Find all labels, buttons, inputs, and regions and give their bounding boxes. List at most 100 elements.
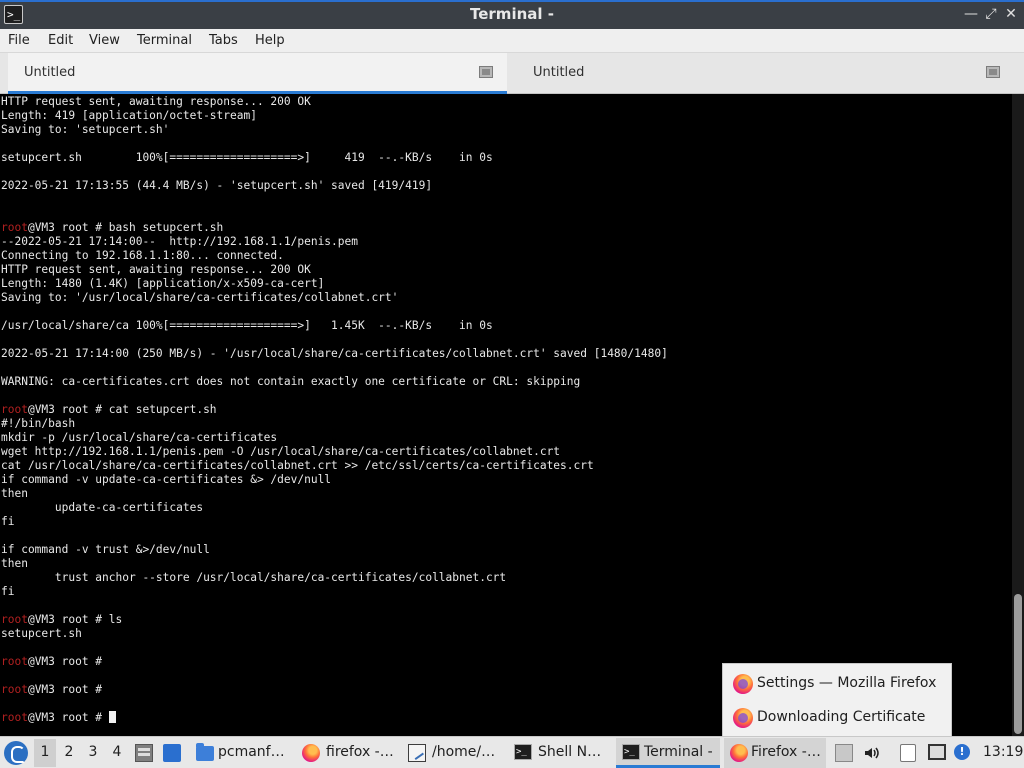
output-text: HTTP request sent, awaiting response... … [1, 95, 311, 108]
output-text: setupcert.sh [1, 627, 82, 640]
terminal-line: Saving to: '/usr/local/share/ca-certific… [1, 291, 398, 305]
window-item-label: Settings — Mozilla Firefox [757, 675, 937, 691]
close-tab-icon[interactable] [986, 66, 1000, 78]
terminal-line: Length: 419 [application/octet-stream] [1, 109, 257, 123]
text-cursor [108, 711, 116, 723]
close-tab-icon[interactable] [479, 66, 493, 78]
terminal-line: HTTP request sent, awaiting response... … [1, 95, 311, 109]
terminal-line: fi [1, 585, 14, 599]
task-shell[interactable]: >_ Shell N… [508, 738, 612, 768]
task-label: Terminal - [644, 744, 713, 760]
menu-terminal[interactable]: Terminal [137, 33, 192, 48]
terminal-line: update-ca-certificates [1, 501, 203, 515]
tray-expand-icon[interactable] [835, 744, 853, 762]
terminal-line: then [1, 557, 28, 571]
terminal-line: root@VM3 root # ls [1, 613, 122, 627]
output-text: then [1, 487, 28, 500]
terminal-icon: >_ [622, 744, 640, 760]
output-text: Connecting to 192.168.1.1:80... connecte… [1, 249, 284, 262]
window-item-label: Downloading Certificate [757, 709, 926, 725]
minimize-icon[interactable]: — [962, 5, 980, 23]
terminal-scrollbar[interactable] [1012, 94, 1024, 736]
output-text: Saving to: 'setupcert.sh' [1, 123, 170, 136]
tab-label: Untitled [533, 65, 585, 80]
scrollbar-thumb[interactable] [1014, 594, 1022, 734]
terminal-line: Saving to: 'setupcert.sh' [1, 123, 169, 137]
task-pcmanfm[interactable]: pcmanf… [190, 738, 294, 768]
volume-icon[interactable] [864, 745, 880, 761]
network-icon[interactable] [928, 744, 946, 760]
start-menu-icon[interactable] [4, 741, 28, 765]
output-text: then [1, 557, 28, 570]
menu-edit[interactable]: Edit [48, 33, 73, 48]
task-firefox-2[interactable]: Firefox -… [724, 738, 826, 768]
show-desktop-icon[interactable] [163, 744, 181, 762]
terminal-line: WARNING: ca-certificates.crt does not co… [1, 375, 580, 389]
prompt-user: root [1, 403, 28, 416]
file-manager-launcher-icon[interactable] [135, 744, 153, 762]
maximize-icon[interactable]: ⤢ [982, 5, 1000, 23]
prompt-user: root [1, 613, 28, 626]
terminal-line: setupcert.sh [1, 627, 82, 641]
titlebar-accent [0, 0, 1024, 2]
menu-tabs[interactable]: Tabs [209, 33, 238, 48]
tab-untitled-1[interactable]: Untitled [8, 53, 507, 94]
prompt-user: root [1, 683, 28, 696]
terminal-output[interactable]: HTTP request sent, awaiting response... … [0, 94, 1012, 736]
terminal-line: #!/bin/bash [1, 417, 75, 431]
task-label: /home/… [432, 744, 496, 760]
terminal-line: Connecting to 192.168.1.1:80... connecte… [1, 249, 284, 263]
terminal-line: wget http://192.168.1.1/penis.pem -O /us… [1, 445, 560, 459]
close-icon[interactable]: ✕ [1002, 5, 1020, 23]
output-text: Saving to: '/usr/local/share/ca-certific… [1, 291, 399, 304]
firefox-icon [302, 744, 320, 762]
desktop-2[interactable]: 2 [61, 744, 77, 760]
desktop-1[interactable]: 1 [37, 744, 53, 760]
prompt-command: @VM3 root # bash setupcert.sh [27, 221, 224, 234]
desktop-3[interactable]: 3 [85, 744, 101, 760]
terminal-line: root@VM3 root # bash setupcert.sh [1, 221, 223, 235]
task-label: Firefox -… [751, 744, 821, 760]
task-text-editor[interactable]: /home/… [402, 738, 506, 768]
output-text: fi [1, 515, 15, 528]
terminal-line: --2022-05-21 17:14:00-- http://192.168.1… [1, 235, 358, 249]
desktop-4[interactable]: 4 [109, 744, 125, 760]
firefox-icon [730, 744, 748, 762]
output-text: #!/bin/bash [1, 417, 76, 430]
output-text: cat /usr/local/share/ca-certificates/col… [1, 459, 594, 472]
menu-help[interactable]: Help [255, 33, 285, 48]
firefox-icon [733, 708, 753, 728]
output-text: WARNING: ca-certificates.crt does not co… [1, 375, 581, 388]
window-titlebar[interactable]: >_ Terminal - — ⤢ ✕ [0, 0, 1024, 29]
menu-file[interactable]: File [8, 33, 30, 48]
terminal-line: root@VM3 root # [1, 683, 102, 697]
output-text: update-ca-certificates [1, 501, 204, 514]
output-text: Length: 419 [application/octet-stream] [1, 109, 257, 122]
tab-untitled-2[interactable]: Untitled [517, 53, 1016, 94]
output-text: if command -v update-ca-certificates &> … [1, 473, 332, 486]
clock[interactable]: 13:19 [983, 744, 1023, 760]
terminal-line: cat /usr/local/share/ca-certificates/col… [1, 459, 594, 473]
output-text: trust anchor --store /usr/local/share/ca… [1, 571, 507, 584]
terminal-line: root@VM3 root # [1, 655, 102, 669]
menu-view[interactable]: View [89, 33, 120, 48]
task-label: Shell N… [538, 744, 602, 760]
folder-icon [196, 743, 214, 761]
output-text: mkdir -p /usr/local/share/ca-certificate… [1, 431, 278, 444]
window-title: Terminal - [470, 5, 554, 23]
terminal-line: HTTP request sent, awaiting response... … [1, 263, 311, 277]
output-text: 2022-05-21 17:13:55 (44.4 MB/s) - 'setup… [1, 179, 433, 192]
clipboard-icon[interactable] [900, 744, 916, 762]
firefox-window-downloading[interactable]: Downloading Certificate [723, 700, 951, 734]
tab-bar: Untitled Untitled [0, 53, 1024, 94]
prompt-command: @VM3 root # ls [27, 613, 123, 626]
task-terminal[interactable]: >_ Terminal - [616, 738, 720, 768]
prompt-user: root [1, 655, 28, 668]
output-text: /usr/local/share/ca 100%[===============… [1, 319, 493, 332]
task-firefox-1[interactable]: firefox -… [296, 738, 400, 768]
terminal-line: mkdir -p /usr/local/share/ca-certificate… [1, 431, 277, 445]
notification-icon[interactable]: ! [954, 744, 970, 760]
firefox-window-settings[interactable]: Settings — Mozilla Firefox [723, 666, 951, 700]
terminal-line: if command -v trust &>/dev/null [1, 543, 210, 557]
output-text: setupcert.sh 100%[===================>] … [1, 151, 493, 164]
